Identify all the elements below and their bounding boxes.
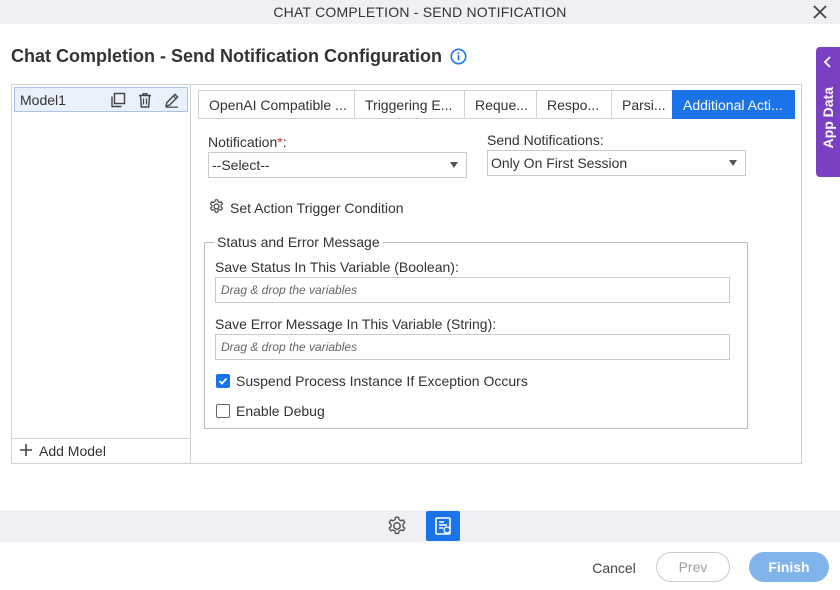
save-error-dropzone[interactable]: Drag & drop the variables	[215, 334, 730, 360]
save-status-dropzone[interactable]: Drag & drop the variables	[215, 277, 730, 303]
close-icon[interactable]	[810, 2, 830, 22]
status-error-group: Status and Error Message Save Status In …	[204, 234, 748, 429]
status-error-legend: Status and Error Message	[214, 234, 383, 250]
send-notifications-select-value: Only On First Session	[491, 155, 628, 171]
plus-icon	[19, 443, 33, 460]
tab-openai-compatible[interactable]: OpenAI Compatible ...	[198, 90, 354, 119]
config-tabs: OpenAI Compatible ... Triggering E... Re…	[198, 90, 795, 119]
bottom-toolbar	[0, 510, 840, 542]
tab-request[interactable]: Reque...	[464, 90, 536, 119]
set-action-trigger-condition[interactable]: Set Action Trigger Condition	[208, 198, 404, 218]
notification-label: Notification*:	[208, 134, 287, 150]
suspend-process-label: Suspend Process Instance If Exception Oc…	[236, 373, 528, 389]
send-notifications-select[interactable]: Only On First Session	[487, 150, 746, 176]
chevron-left-icon	[823, 55, 833, 73]
add-model-label: Add Model	[39, 443, 106, 459]
copy-icon[interactable]	[109, 91, 127, 109]
enable-debug-checkbox-row[interactable]: Enable Debug	[216, 403, 325, 419]
trigger-label: Set Action Trigger Condition	[230, 200, 404, 216]
suspend-process-checkbox-row[interactable]: Suspend Process Instance If Exception Oc…	[216, 373, 528, 389]
add-model-button[interactable]: Add Model	[12, 438, 190, 463]
model-item-label: Model1	[20, 91, 66, 108]
finish-button[interactable]: Finish	[749, 552, 829, 582]
prev-button[interactable]: Prev	[656, 552, 730, 582]
enable-debug-checkbox[interactable]	[216, 404, 230, 418]
enable-debug-label: Enable Debug	[236, 403, 325, 419]
info-icon[interactable]	[450, 48, 467, 65]
app-data-tab[interactable]: App Data	[816, 47, 840, 177]
tab-triggering-events[interactable]: Triggering E...	[354, 90, 464, 119]
model-actions	[109, 91, 181, 109]
send-notifications-label: Send Notifications:	[487, 132, 604, 148]
dropdown-arrow-icon	[729, 160, 737, 166]
settings-gear-icon[interactable]	[380, 511, 414, 541]
notification-select[interactable]: --Select--	[208, 152, 467, 178]
gear-icon	[208, 198, 225, 218]
page-title: Chat Completion - Send Notification Conf…	[11, 46, 442, 66]
dialog-title: CHAT COMPLETION - SEND NOTIFICATION	[273, 4, 567, 20]
edit-icon[interactable]	[163, 91, 181, 109]
cancel-button[interactable]: Cancel	[586, 555, 642, 580]
model-list-panel: Model1 Add Model	[12, 85, 191, 463]
save-status-label: Save Status In This Variable (Boolean):	[215, 259, 459, 275]
notification-select-value: --Select--	[212, 157, 270, 173]
config-frame: Model1 Add Model OpenAI Compatible ... T…	[11, 84, 802, 464]
save-error-placeholder: Drag & drop the variables	[221, 340, 358, 354]
suspend-process-checkbox[interactable]	[216, 374, 230, 388]
tab-response[interactable]: Respo...	[536, 90, 611, 119]
configuration-icon[interactable]	[426, 511, 460, 541]
tab-additional-actions[interactable]: Additional Acti...	[672, 90, 795, 119]
save-status-placeholder: Drag & drop the variables	[221, 283, 358, 297]
dropdown-arrow-icon	[450, 162, 458, 168]
delete-icon[interactable]	[136, 91, 154, 109]
page-heading: Chat Completion - Send Notification Conf…	[11, 46, 467, 67]
model-item-model1[interactable]: Model1	[14, 87, 188, 112]
tab-parsing[interactable]: Parsi...	[611, 90, 672, 119]
dialog-titlebar: CHAT COMPLETION - SEND NOTIFICATION	[0, 0, 840, 24]
app-data-label: App Data	[820, 87, 836, 149]
save-error-label: Save Error Message In This Variable (Str…	[215, 316, 497, 332]
